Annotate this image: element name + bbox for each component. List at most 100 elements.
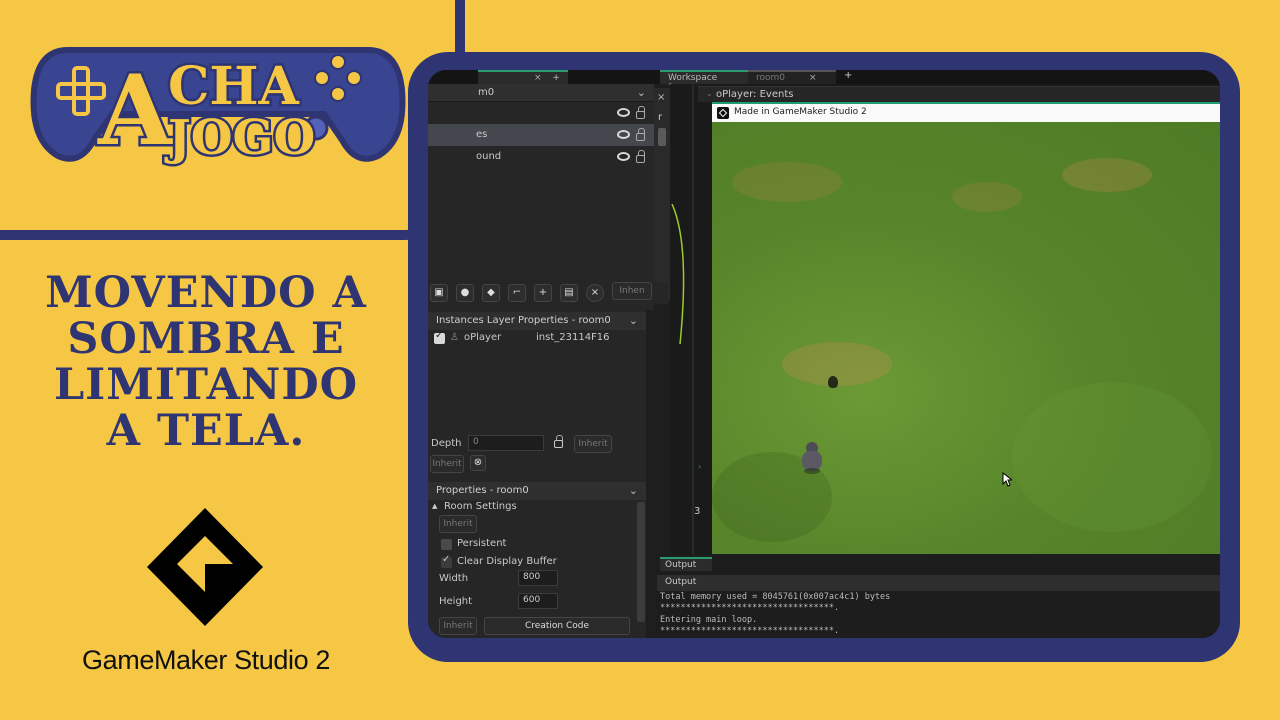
- close-icon[interactable]: ×: [657, 92, 665, 103]
- logo-letter-a: A: [97, 54, 174, 167]
- depth-input[interactable]: 0: [468, 435, 544, 451]
- add-asset-layer-icon[interactable]: +: [534, 284, 552, 302]
- tab-left-panel[interactable]: × +: [478, 70, 568, 84]
- mouse-cursor-icon: [1002, 472, 1012, 487]
- properties-panel-title: Properties - room0 ⌄: [428, 482, 646, 500]
- dirt-patch: [952, 182, 1022, 212]
- inherit-layer-button[interactable]: Inherit: [430, 455, 464, 473]
- room-settings-section[interactable]: Room Settings: [444, 501, 517, 512]
- lock-icon[interactable]: [636, 106, 645, 119]
- instances-panel-title: Instances Layer Properties - room0 ⌄: [428, 312, 646, 330]
- gamemaker-app-icon: [717, 107, 729, 119]
- inherit-room-button[interactable]: Inherit: [439, 515, 477, 533]
- width-input[interactable]: 800: [518, 570, 558, 586]
- room-layers-panel: m0 ⌄ es ound: [428, 84, 654, 310]
- workspace-tab-strip: × + Workspace 1× room0 × +: [428, 70, 1220, 93]
- tab-label: room0: [756, 73, 786, 83]
- instance-row[interactable]: ♙ oPlayer inst_23114F16: [428, 330, 646, 346]
- eye-icon[interactable]: [617, 108, 630, 117]
- height-label: Height: [439, 596, 473, 607]
- instance-object-name: oPlayer: [464, 332, 502, 343]
- gamemaker-brand-name: GameMaker Studio 2: [82, 645, 330, 675]
- headline-line: SOMBRA E: [67, 314, 345, 364]
- shadow-sprite: [828, 376, 838, 388]
- height-input[interactable]: 600: [518, 593, 558, 609]
- layer-row-instances[interactable]: es: [428, 124, 654, 146]
- events-window-titlebar: ⌄ oPlayer: Events: [698, 86, 1220, 102]
- lock-icon[interactable]: [636, 128, 645, 141]
- logo-word-cha: CHA: [168, 56, 300, 117]
- side-marker: 3: [694, 506, 701, 517]
- chevron-down-icon[interactable]: ⌄: [637, 86, 646, 99]
- layer-label: ound: [476, 151, 502, 162]
- creation-code-button[interactable]: Creation Code: [484, 617, 630, 635]
- output-header-label: Output: [665, 577, 697, 587]
- depth-label: Depth: [431, 438, 462, 449]
- output-tab[interactable]: Output: [660, 557, 712, 571]
- layers-room-name: m0: [478, 87, 495, 98]
- chevron-down-icon[interactable]: ⌄: [629, 484, 638, 497]
- persistent-label: Persistent: [457, 538, 507, 549]
- game-window-title: Made in GameMaker Studio 2: [734, 107, 867, 117]
- lock-icon[interactable]: [554, 435, 563, 448]
- inherit-layer-button[interactable]: Inhen: [612, 282, 652, 300]
- collapse-icon[interactable]: r: [658, 112, 662, 123]
- check-icon: ✓: [442, 554, 451, 565]
- add-tab-icon[interactable]: +: [552, 73, 560, 83]
- instance-id: inst_23114F16: [536, 332, 610, 343]
- caret-down-icon[interactable]: ▲: [432, 502, 437, 510]
- tab-room0[interactable]: room0 ×: [748, 70, 836, 84]
- dirt-patch: [1062, 158, 1152, 192]
- output-line: **********************************.: [660, 626, 840, 636]
- layer-row-background[interactable]: ound: [428, 146, 654, 168]
- scrollbar-thumb[interactable]: [658, 128, 666, 146]
- events-window-title: oPlayer: Events: [716, 89, 794, 100]
- lock-icon[interactable]: [636, 150, 645, 163]
- dirt-patch: [732, 162, 842, 202]
- output-tab-label: Output: [665, 560, 697, 570]
- layers-panel-header: m0 ⌄: [428, 84, 654, 102]
- add-tab-icon[interactable]: +: [844, 70, 852, 81]
- player-sprite: [800, 442, 824, 476]
- persistent-checkbox[interactable]: [441, 539, 452, 550]
- delete-layer-icon[interactable]: ×: [586, 284, 604, 302]
- instance-checkbox[interactable]: [434, 330, 445, 344]
- grass-highlight: [1012, 382, 1212, 532]
- add-tile-layer-icon[interactable]: ◆: [482, 284, 500, 302]
- eye-icon[interactable]: [617, 152, 630, 161]
- clear-display-buffer-checkbox[interactable]: ✓: [441, 554, 452, 568]
- close-icon[interactable]: ×: [809, 73, 817, 83]
- headline-line: A TELA.: [106, 406, 306, 456]
- acha-jogo-logo: A CHA JOGO: [30, 47, 406, 170]
- chevron-down-icon[interactable]: ⌄: [629, 314, 638, 327]
- gamemaker-ide-screen: × + Workspace 1× room0 × + m0 ⌄ es ound: [428, 70, 1220, 638]
- layer-row-empty[interactable]: [428, 102, 654, 124]
- add-path-layer-icon[interactable]: ⌐: [508, 284, 526, 302]
- game-window-titlebar: Made in GameMaker Studio 2: [712, 102, 1220, 122]
- tab-workspace-1[interactable]: Workspace 1×: [660, 70, 748, 93]
- output-header-bar: Output: [657, 575, 1220, 591]
- output-line: Entering main loop.: [660, 615, 758, 625]
- game-viewport[interactable]: [712, 122, 1220, 572]
- add-folder-icon[interactable]: ▤: [560, 284, 578, 302]
- clear-display-buffer-label: Clear Display Buffer: [457, 556, 557, 567]
- layers-side-scroll: × r: [654, 88, 670, 300]
- width-label: Width: [439, 573, 469, 584]
- logo-word-jogo: JOGO: [164, 110, 315, 166]
- caret-down-icon[interactable]: ⌄: [706, 89, 713, 98]
- close-icon[interactable]: ×: [534, 73, 542, 83]
- inherit-views-button[interactable]: Inherit: [439, 617, 477, 635]
- layer-label: es: [476, 129, 488, 140]
- output-line: Total memory used = 8045761(0x007ac4c1) …: [660, 592, 891, 602]
- layer-toolbar: ▣ ● ◆ ⌐ + ▤ × Inhen: [428, 282, 668, 304]
- delete-icon[interactable]: ⊗: [470, 455, 486, 471]
- eye-icon[interactable]: [617, 130, 630, 139]
- add-instance-layer-icon[interactable]: ●: [456, 284, 474, 302]
- add-background-layer-icon[interactable]: ▣: [430, 284, 448, 302]
- inherit-depth-button[interactable]: Inherit: [574, 435, 612, 453]
- headline-line: LIMITANDO: [53, 360, 359, 410]
- expand-arrow-icon[interactable]: ›: [698, 462, 701, 471]
- gamemaker-logo-icon: [147, 508, 263, 626]
- properties-scrollbar[interactable]: [637, 502, 645, 622]
- headline-line: MOVENDO A: [45, 268, 367, 318]
